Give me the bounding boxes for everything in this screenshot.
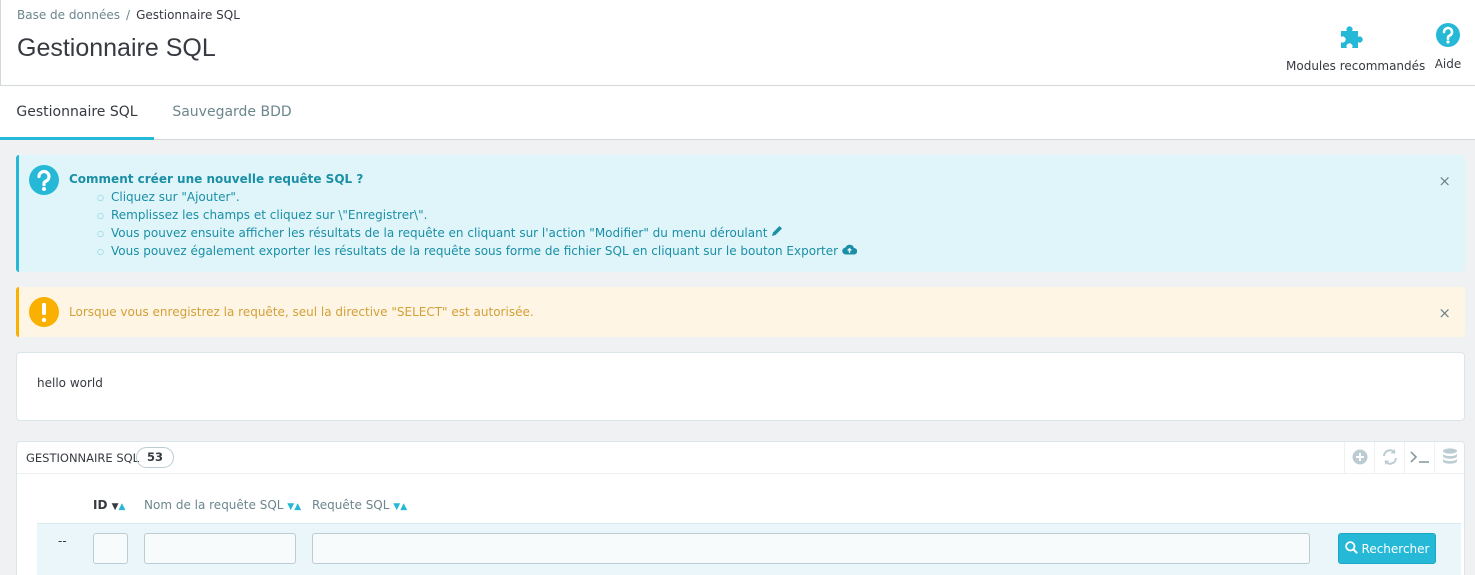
cloud-upload-icon [842,244,858,258]
export-button[interactable] [1434,442,1464,474]
warning-icon [28,296,60,331]
recommended-modules-label: Modules recommandés [1286,59,1426,73]
breadcrumb-separator: / [126,8,131,22]
puzzle-icon [1338,26,1366,53]
filter-bulk-placeholder: -- [58,534,67,548]
breadcrumb: Base de données / Gestionnaire SQL [17,8,240,22]
terminal-icon [1409,450,1430,467]
info-alert-list: Cliquez sur "Ajouter". Remplissez les ch… [97,189,858,261]
plus-circle-icon [1352,449,1368,468]
column-header-query[interactable]: Requête SQL ▼▲ [312,498,407,512]
help-button[interactable]: Aide [1429,22,1467,71]
refresh-icon [1381,448,1399,468]
page-header: Base de données / Gestionnaire SQL Gestion… [0,0,1475,86]
question-icon [28,164,60,199]
refresh-button[interactable] [1374,442,1404,474]
filter-query-input[interactable] [312,533,1310,564]
warning-alert: Lorsque vous enregistrez la requête, seu… [16,287,1465,337]
search-button-label: Rechercher [1361,541,1430,556]
database-icon [1442,447,1458,469]
help-label: Aide [1434,57,1462,71]
breadcrumb-current: Gestionnaire SQL [136,8,240,22]
sql-query-button[interactable] [1404,442,1434,474]
search-icon [1344,540,1358,557]
add-button[interactable] [1344,442,1374,474]
recommended-modules-button[interactable]: Modules recommandés [1286,22,1426,73]
page-title: Gestionnaire SQL [17,34,216,62]
info-alert-title: Comment créer une nouvelle requête SQL ? [69,172,364,186]
info-alert-item: Cliquez sur "Ajouter". [97,189,857,207]
sort-desc-icon[interactable]: ▼ [112,502,119,512]
info-alert-item: Vous pouvez ensuite afficher les résulta… [97,225,857,243]
info-alert-item: Vous pouvez également exporter les résul… [97,243,858,261]
sort-asc-icon[interactable]: ▲ [400,502,407,512]
list-header: Gestionnaire SQL 53 [17,442,1464,474]
info-alert-item: Remplissez les champs et cliquez sur \"E… [97,207,857,225]
tab-db-backup[interactable]: Sauvegarde BDD [158,86,306,140]
warning-alert-text: Lorsque vous enregistrez la requête, seu… [69,305,534,319]
message-card: hello world [16,352,1465,421]
filter-name-input[interactable] [144,533,296,564]
tab-bar: Gestionnaire SQL Sauvegarde BDD [0,86,1475,140]
filter-row: -- Rechercher [37,523,1461,575]
tab-sql-manager[interactable]: Gestionnaire SQL [0,86,154,140]
search-button[interactable]: Rechercher [1338,533,1436,564]
breadcrumb-parent-link[interactable]: Base de données [17,8,120,22]
help-icon [1435,23,1461,51]
sort-asc-icon[interactable]: ▲ [119,502,126,512]
list-actions [1344,442,1464,474]
list-title: Gestionnaire SQL [26,451,140,465]
count-badge: 53 [136,447,174,468]
pencil-icon [771,226,783,240]
sort-asc-icon[interactable]: ▲ [294,502,301,512]
message-text: hello world [37,376,103,390]
sql-list-panel: Gestionnaire SQL 53 ID ▼▲ Nom de la requ… [16,441,1465,575]
info-alert-close-button[interactable]: × [1438,172,1451,190]
column-header-name[interactable]: Nom de la requête SQL ▼▲ [144,498,301,512]
filter-id-input[interactable] [93,533,128,564]
warning-alert-close-button[interactable]: × [1438,304,1451,322]
info-alert: Comment créer une nouvelle requête SQL ?… [16,155,1465,272]
column-header-id[interactable]: ID ▼▲ [93,498,125,512]
